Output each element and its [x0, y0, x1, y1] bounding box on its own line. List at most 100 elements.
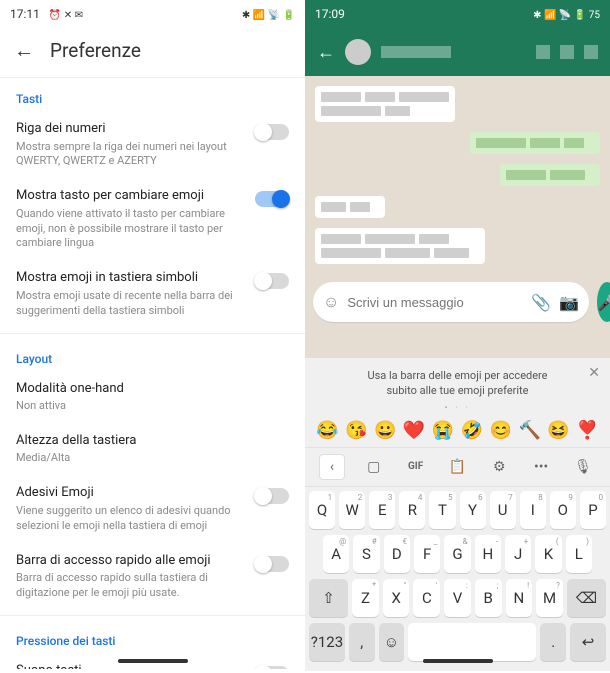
toggle[interactable] [255, 666, 289, 669]
symbols-key[interactable]: ?123 [309, 623, 345, 661]
row-title: Riga dei numeri [16, 120, 247, 138]
key-k[interactable]: K( [535, 535, 561, 573]
chat-title-blurred [381, 46, 451, 58]
key-j[interactable]: J+ [505, 535, 531, 573]
key-m[interactable]: M? [536, 579, 563, 617]
toggle[interactable] [255, 191, 289, 207]
menu-icon[interactable] [584, 45, 598, 59]
key-y[interactable]: Y6 [460, 491, 486, 529]
key-d[interactable]: D€ [384, 535, 410, 573]
emoji-item[interactable]: 😭 [432, 420, 454, 441]
message-input-bar: ☺ 📎 📷 [313, 282, 589, 322]
status-time: 17:09 [315, 7, 345, 21]
key-t[interactable]: T5 [429, 491, 455, 529]
row-emoji-quickbar[interactable]: Barra di accesso rapido alle emoji Barra… [0, 544, 305, 611]
camera-icon[interactable]: 📷 [559, 293, 579, 312]
more-icon[interactable]: ••• [528, 454, 554, 480]
toggle[interactable] [255, 488, 289, 504]
key-b[interactable]: B; [475, 579, 502, 617]
gif-button[interactable]: GIF [403, 454, 429, 480]
chat-area: ☺ 📎 📷 🎤 [305, 76, 610, 330]
key-h[interactable]: H- [475, 535, 501, 573]
key-p[interactable]: P0 [580, 491, 606, 529]
page-title: Preferenze [50, 39, 141, 62]
chat-header: ← [305, 28, 610, 76]
key-c[interactable]: C' [413, 579, 440, 617]
gear-icon[interactable]: ⚙ [486, 454, 512, 480]
key-q[interactable]: Q1 [309, 491, 335, 529]
enter-key[interactable]: ↩ [570, 623, 606, 661]
emoji-item[interactable]: 😘 [345, 420, 367, 441]
avatar[interactable] [345, 39, 371, 65]
key-i[interactable]: I8 [520, 491, 546, 529]
period-key[interactable]: . [540, 623, 566, 661]
row-title: Altezza della tastiera [16, 432, 281, 450]
emoji-item[interactable]: 😊 [490, 420, 512, 441]
chevron-left-icon[interactable]: ‹ [319, 454, 345, 480]
sticker-icon[interactable]: ▢ [361, 454, 387, 480]
emoji-item[interactable]: 😆 [547, 420, 569, 441]
status-icons-right: ✱ 📶 📡 🔋 75 [533, 10, 600, 21]
emoji-item[interactable]: 😂 [316, 420, 338, 441]
close-icon[interactable]: ✕ [588, 364, 600, 384]
emoji-quickbar: 😂 😘 😀 ❤️ 😭 🤣 😊 🔨 😆 ❣️ [305, 416, 610, 447]
row-sub: Viene suggerito un elenco di adesivi qua… [16, 504, 247, 534]
key-o[interactable]: O9 [550, 491, 576, 529]
row-title: Modalità one-hand [16, 380, 281, 398]
message-out [470, 132, 600, 154]
row-title: Mostra tasto per cambiare emoji [16, 187, 247, 205]
comma-key[interactable]: , [349, 623, 375, 661]
key-u[interactable]: U7 [490, 491, 516, 529]
row-emoji-symbols[interactable]: Mostra emoji in tastiera simboli Mostra … [0, 261, 305, 328]
emoji-key[interactable]: ☺ [379, 623, 405, 661]
space-key[interactable] [408, 623, 536, 661]
key-w[interactable]: W2 [339, 491, 365, 529]
row-sub: Mostra emoji usate di recente nella barr… [16, 289, 247, 319]
row-emoji-stickers[interactable]: Adesivi Emoji Viene suggerito un elenco … [0, 476, 305, 543]
row-title: Barra di accesso rapido alle emoji [16, 552, 247, 570]
key-x[interactable]: X" [383, 579, 410, 617]
emoji-item[interactable]: ❣️ [576, 420, 598, 441]
row-title: Mostra emoji in tastiera simboli [16, 269, 247, 287]
shift-key[interactable]: ⇧ [309, 579, 348, 617]
key-a[interactable]: A@ [323, 535, 349, 573]
nav-handle[interactable] [423, 659, 493, 663]
back-icon[interactable]: ← [14, 38, 34, 63]
toggle[interactable] [255, 273, 289, 289]
key-s[interactable]: S# [353, 535, 379, 573]
video-icon[interactable] [536, 45, 550, 59]
message-input[interactable] [347, 295, 523, 310]
emoji-item[interactable]: 🤣 [461, 420, 483, 441]
key-v[interactable]: V: [444, 579, 471, 617]
row-onehand[interactable]: Modalità one-hand Non attiva [0, 372, 305, 424]
emoji-item[interactable]: ❤️ [403, 420, 425, 441]
row-emoji-key[interactable]: Mostra tasto per cambiare emoji Quando v… [0, 179, 305, 261]
row-kbheight[interactable]: Altezza della tastiera Media/Alta [0, 424, 305, 476]
emoji-item[interactable]: 🔨 [518, 420, 540, 441]
key-e[interactable]: E3 [369, 491, 395, 529]
clipboard-icon[interactable]: 📋 [444, 454, 470, 480]
emoji-item[interactable]: 😀 [374, 420, 396, 441]
toggle[interactable] [255, 124, 289, 140]
call-icon[interactable] [560, 45, 574, 59]
key-z[interactable]: Z* [352, 579, 379, 617]
key-n[interactable]: N! [506, 579, 533, 617]
backspace-key[interactable]: ⌫ [567, 579, 606, 617]
section-tasti: Tasti [0, 78, 305, 112]
key-l[interactable]: L) [566, 535, 592, 573]
row-riga-numeri[interactable]: Riga dei numeri Mostra sempre la riga de… [0, 112, 305, 179]
emoji-icon[interactable]: ☺ [323, 292, 339, 312]
toggle[interactable] [255, 556, 289, 572]
key-r[interactable]: R4 [399, 491, 425, 529]
key-g[interactable]: G& [444, 535, 470, 573]
mic-button[interactable]: 🎤 [597, 282, 610, 322]
attach-icon[interactable]: 📎 [531, 293, 551, 312]
row-sub: Mostra sempre la riga dei numeri nei lay… [16, 140, 247, 170]
back-icon[interactable]: ← [317, 42, 335, 63]
status-icons-right: ✱ 📶 📡 🔋 [242, 10, 295, 21]
key-f[interactable]: F_ [414, 535, 440, 573]
status-bar: 17:11 ⏰ ✕ ✉ ✱ 📶 📡 🔋 [0, 0, 305, 28]
nav-handle[interactable] [118, 659, 188, 663]
status-time: 17:11 [10, 7, 40, 21]
mic-icon[interactable]: 🎙 [570, 454, 596, 480]
